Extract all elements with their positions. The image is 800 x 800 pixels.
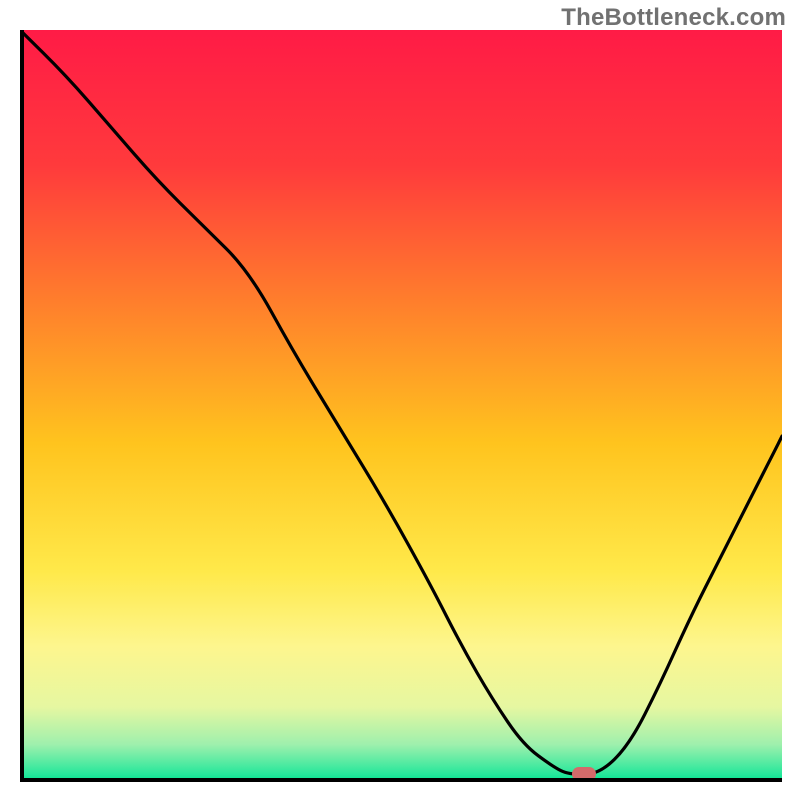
watermark-text: TheBottleneck.com	[561, 4, 786, 32]
optimum-marker	[572, 767, 596, 781]
plot-area	[20, 30, 782, 782]
chart-container: TheBottleneck.com	[0, 0, 800, 800]
gradient-background	[20, 30, 782, 782]
